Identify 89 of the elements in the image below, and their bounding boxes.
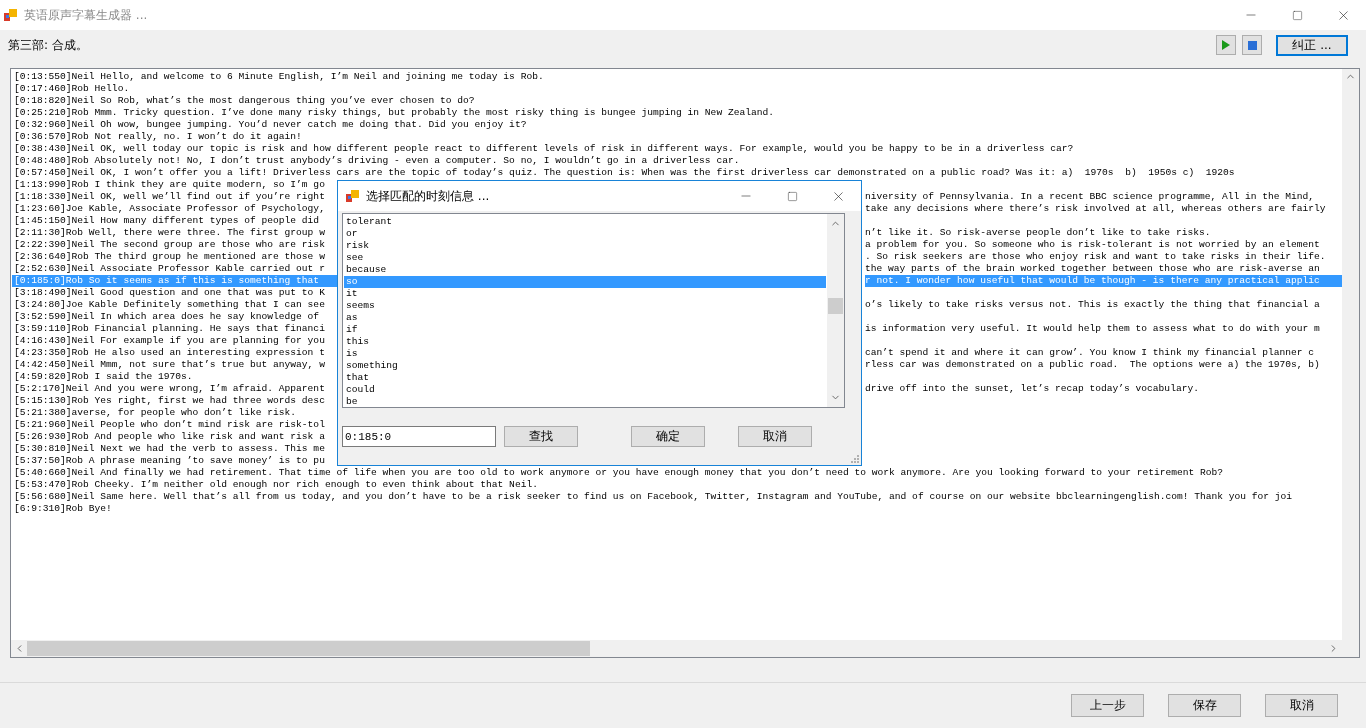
transcript-line[interactable]: [0:25:210]Rob Mmm. Tricky question. I’ve done many risky things, but probably the most risky thing is bungee jumping in New Zealand. — [12, 107, 1342, 119]
scrollbar-thumb[interactable] — [828, 298, 843, 314]
scrollbar-thumb[interactable] — [27, 641, 590, 656]
transcript-line[interactable]: [6:9:310]Rob Bye! — [12, 503, 1342, 515]
word-list-item[interactable]: or — [344, 228, 826, 240]
footer-button[interactable]: 取消 — [1265, 694, 1338, 717]
word-list-item[interactable]: it — [344, 288, 826, 300]
resize-grip-icon[interactable] — [851, 455, 859, 463]
transcript-line[interactable]: [0:17:460]Rob Hello. — [12, 83, 1342, 95]
transcript-line[interactable]: [0:36:570]Rob Not really, no. I won’t do it again! — [12, 131, 1342, 143]
play-button[interactable] — [1216, 35, 1236, 55]
transcript-line[interactable]: [0:57:450]Neil OK, I won’t offer you a lift! Driverless cars are the topic of today’s quiz. The question is: When was the first driverless car demonstrated on a public road? Was it: a) 1970s b) 1950s c) 1920s — [12, 167, 1342, 179]
word-list-item[interactable]: see — [344, 252, 826, 264]
transcript-line-text[interactable]: [2:11:30]Rob Well, there were three. The first group w — [12, 227, 338, 239]
transcript-line-text[interactable]: a problem for you. So someone who is risk-tolerant is not worried by an element — [865, 239, 1342, 251]
time-input-field[interactable]: 0:185:0 — [342, 426, 496, 447]
app-icon — [346, 189, 360, 203]
transcript-line-text[interactable]: [3:24:80]Joe Kable Definitely something that I can see — [12, 299, 338, 311]
word-list-item[interactable]: tolerant — [344, 216, 826, 228]
word-list-item[interactable]: that — [344, 372, 826, 384]
word-list-item[interactable]: be — [344, 396, 826, 408]
transcript-line-text[interactable]: [5:37:50]Rob A phrase meaning ’to save money’ is to pu — [12, 455, 338, 467]
transcript-line[interactable]: [5:53:470]Rob Cheeky. I’m neither old enough nor rich enough to even think about that Neil. — [12, 479, 1342, 491]
transcript-line-text[interactable]: [1:13:990]Rob I think they are quite modern, so I’m go — [12, 179, 338, 191]
transcript-line-text[interactable]: [1:23:60]Joe Kable, Associate Professor of Psychology, — [12, 203, 338, 215]
transcript-line-text[interactable]: [2:52:630]Neil Associate Professor Kable carried out r — [12, 263, 338, 275]
transcript-line-text[interactable]: . So risk seekers are those who enjoy risk and want to take risks in their life. — [865, 251, 1342, 263]
transcript-line-text[interactable]: [5:2:170]Neil And you were wrong, I’m afraid. Apparent — [12, 383, 338, 395]
transcript-line-text[interactable]: [4:59:820]Rob I said the 1970s. — [12, 371, 338, 383]
transcript-line-text[interactable]: [2:36:640]Rob The third group he mentioned are those w — [12, 251, 338, 263]
word-list-item[interactable]: risk — [344, 240, 826, 252]
transcript-line-text[interactable]: drive off into the sunset, let’s recap today’s vocabulary. — [865, 383, 1342, 395]
play-icon — [1222, 40, 1230, 50]
transcript-line-text[interactable]: [5:30:810]Neil Next we had the verb to assess. This me — [12, 443, 338, 455]
dialog-title: 选择匹配的时刻信息 ... — [366, 187, 491, 205]
transcript-line[interactable]: [5:40:660]Neil And finally we had retirement. That time of life when you are too old to work anymore or you have enough money that you don’t need to work anymore. Are you looking forward to your retirement Rob? — [12, 467, 1342, 479]
app-icon — [4, 8, 18, 22]
transcript-line-text[interactable]: [5:26:930]Rob And people who like risk and want risk a — [12, 431, 338, 443]
word-list[interactable]: tolerant or risk see because so it seems as if this is something that could be — [342, 213, 845, 408]
maximize-icon — [786, 190, 798, 202]
word-list-item[interactable]: because — [344, 264, 826, 276]
vertical-scrollbar[interactable] — [1342, 69, 1359, 640]
maximize-icon — [1291, 9, 1303, 21]
transcript-line-text[interactable]: n’t like it. So risk-averse people don’t like to take risks. — [865, 227, 1342, 239]
transcript-line-text[interactable]: can’t spend it and where it can grow’. You know I think my financial planner c — [865, 347, 1342, 359]
transcript-line[interactable]: [0:18:820]Neil So Rob, what’s the most dangerous thing you’ve ever chosen to do? — [12, 95, 1342, 107]
horizontal-scrollbar[interactable] — [11, 640, 1359, 657]
stop-icon — [1247, 40, 1257, 50]
ok-button[interactable]: 确定 — [631, 426, 705, 447]
transcript-line-text[interactable]: [1:45:150]Neil How many different types of people did — [12, 215, 338, 227]
word-list-item[interactable]: is — [344, 348, 826, 360]
footer-button[interactable]: 保存 — [1168, 694, 1241, 717]
word-list-item[interactable]: this — [344, 336, 826, 348]
transcript-line-text[interactable]: o’s likely to take risks versus not. This is exactly the thing that financial a — [865, 299, 1342, 311]
transcript-line-text[interactable]: [3:18:490]Neil Good question and one that was put to K — [12, 287, 338, 299]
transcript-line-text[interactable]: [2:22:390]Neil The second group are those who are risk — [12, 239, 338, 251]
correct-button[interactable]: 纠正 ... — [1276, 34, 1348, 56]
step-label: 第三部: 合成。 — [8, 36, 89, 54]
transcript-line-text[interactable]: niversity of Pennsylvania. In a recent BBC science programme, All in the Mind, — [865, 191, 1342, 203]
list-scrollbar[interactable] — [827, 214, 844, 407]
search-button[interactable]: 查找 — [504, 426, 578, 447]
transcript-line[interactable]: [0:32:960]Neil Oh wow, bungee jumping. You’d never catch me doing that. Did you enjoy it? — [12, 119, 1342, 131]
transcript-line[interactable]: [0:13:550]Neil Hello, and welcome to 6 Minute English, I’m Neil and joining me today is Rob. — [12, 71, 1342, 83]
stop-button[interactable] — [1242, 35, 1262, 55]
transcript-line-text[interactable]: [5:15:130]Rob Yes right, first we had three words desc — [12, 395, 338, 407]
window-title: 英语原声字幕生成器 ... — [24, 6, 149, 24]
transcript-line-text[interactable]: [4:42:450]Neil Mmm, not sure that’s true but anyway, w — [12, 359, 338, 371]
transcript-text-area[interactable] — [10, 68, 1360, 658]
transcript-line[interactable]: [0:48:480]Rob Absolutely not! No, I don’t trust anybody’s driving - even a computer. So no, I wouldn’t go in a driverless car. — [12, 155, 1342, 167]
word-list-item[interactable]: something — [344, 360, 826, 372]
cancel-button[interactable]: 取消 — [738, 426, 812, 447]
transcript-line[interactable]: [0:38:430]Neil OK, well today our topic is risk and how different people react to different levels of risk in different ways. For example, would you be happy to be in a driverless car? — [12, 143, 1342, 155]
word-list-item[interactable]: seems — [344, 300, 826, 312]
transcript-line-text[interactable]: [3:52:590]Neil In which area does he say knowledge of — [12, 311, 338, 323]
transcript-line-text[interactable]: [4:16:430]Neil For example if you are planning for you — [12, 335, 338, 347]
transcript-line-text[interactable]: [3:59:110]Rob Financial planning. He says that financi — [12, 323, 338, 335]
transcript-line-text[interactable]: is information very useful. It would help them to assess what to do with your m — [865, 323, 1342, 335]
word-list-item[interactable]: could — [344, 384, 826, 396]
word-list-item[interactable]: if — [344, 324, 826, 336]
transcript-line-text[interactable]: [1:18:330]Neil OK, well we’ll find out if you’re right — [12, 191, 338, 203]
transcript-line-text[interactable]: [4:23:350]Rob He also used an interesting expression t — [12, 347, 338, 359]
transcript-line-text[interactable]: rless car was demonstrated on a public road. The options were a) the 1970s, b) — [865, 359, 1342, 371]
transcript-line[interactable]: [5:56:680]Neil Same here. Well that’s all from us today, and you don’t have to be a risk seeker to find us on Facebook, Twitter, Instagram and YouTube, and of course on our website bbclearningenglish.com! Thank you for joi — [12, 491, 1342, 503]
transcript-line-text[interactable]: take any decisions where there’s risk involved at all, whereas others are fairly — [865, 203, 1342, 215]
transcript-line-text[interactable]: [5:21:960]Neil People who don’t mind risk are risk-tol — [12, 419, 338, 431]
transcript-line-text[interactable]: the way parts of the brain worked together between those who are risk-averse an — [865, 263, 1342, 275]
transcript-line-text[interactable]: [5:21:380]averse, for people who don’t like risk. — [12, 407, 338, 419]
word-list-item[interactable]: as — [344, 312, 826, 324]
footer-button[interactable]: 上一步 — [1071, 694, 1144, 717]
